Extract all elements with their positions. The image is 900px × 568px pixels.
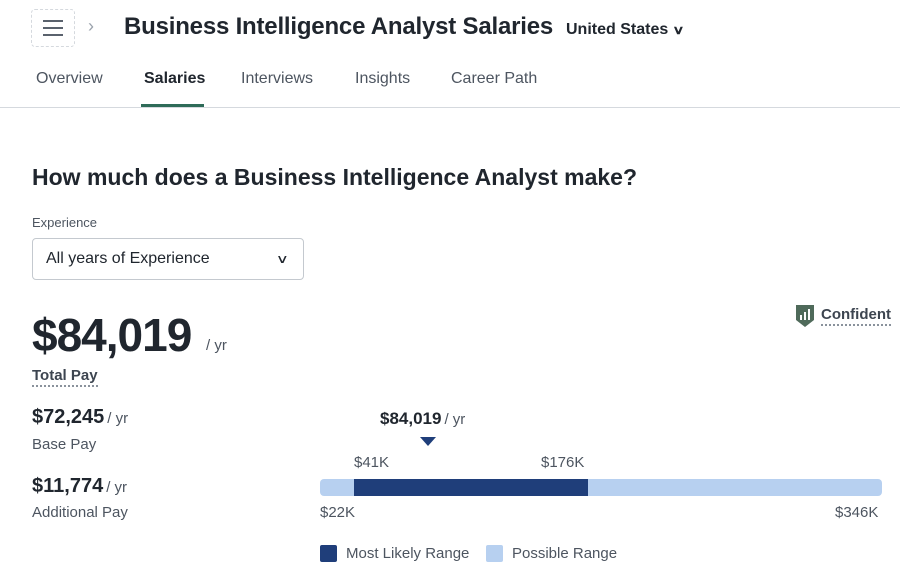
median-marker bbox=[420, 437, 436, 446]
confidence-badge[interactable]: Confident bbox=[795, 304, 891, 328]
likely-range-bar bbox=[354, 479, 588, 496]
possible-high-label: $346K bbox=[835, 504, 879, 521]
experience-label: Experience bbox=[32, 215, 98, 230]
base-pay-unit: / yr bbox=[107, 410, 129, 427]
page-title: Business Intelligence Analyst Salaries bbox=[124, 13, 554, 40]
legend-likely: Most Likely Range bbox=[320, 545, 469, 562]
tab-interviews[interactable]: Interviews bbox=[241, 70, 313, 88]
additional-pay-unit: / yr bbox=[106, 479, 128, 496]
location-label: United States bbox=[566, 21, 669, 38]
section-heading: How much does a Business Intelligence An… bbox=[32, 164, 637, 190]
location-dropdown[interactable]: United States ∨ bbox=[566, 21, 685, 39]
total-pay-label[interactable]: Total Pay bbox=[32, 367, 98, 387]
chevron-right-icon: › bbox=[88, 16, 94, 36]
tab-bar: Overview Salaries Interviews Insights Ca… bbox=[0, 58, 900, 108]
confidence-label: Confident bbox=[821, 306, 891, 326]
menu-button[interactable] bbox=[31, 9, 75, 47]
possible-swatch bbox=[486, 545, 503, 562]
tab-career-path[interactable]: Career Path bbox=[451, 70, 537, 88]
additional-pay-amount: $11,774 bbox=[32, 475, 104, 497]
base-pay-label: Base Pay bbox=[32, 436, 97, 453]
tab-overview[interactable]: Overview bbox=[36, 70, 103, 88]
median-label: $84,019/ yr bbox=[380, 409, 466, 428]
additional-pay: $11,774/ yr bbox=[32, 475, 127, 498]
chevron-down-icon: ∨ bbox=[672, 23, 685, 37]
active-tab-indicator bbox=[141, 104, 204, 107]
tab-salaries[interactable]: Salaries bbox=[144, 70, 205, 88]
shield-chart-icon bbox=[796, 305, 814, 327]
chevron-down-icon: ∨ bbox=[276, 252, 290, 266]
possible-low-label: $22K bbox=[320, 504, 356, 521]
experience-select[interactable]: All years of Experience ∨ bbox=[32, 238, 304, 280]
additional-pay-label: Additional Pay bbox=[32, 504, 128, 521]
tab-insights[interactable]: Insights bbox=[355, 70, 410, 88]
legend-possible: Possible Range bbox=[486, 545, 617, 562]
hamburger-icon bbox=[43, 20, 63, 22]
likely-low-label: $41K bbox=[354, 454, 390, 471]
base-pay: $72,245/ yr bbox=[32, 406, 128, 429]
likely-high-label: $176K bbox=[541, 454, 585, 471]
likely-swatch bbox=[320, 545, 337, 562]
total-pay-amount: $84,019 bbox=[32, 309, 192, 361]
total-pay-unit: / yr bbox=[206, 337, 227, 354]
base-pay-amount: $72,245 bbox=[32, 406, 105, 428]
experience-select-value: All years of Experience bbox=[46, 250, 210, 267]
